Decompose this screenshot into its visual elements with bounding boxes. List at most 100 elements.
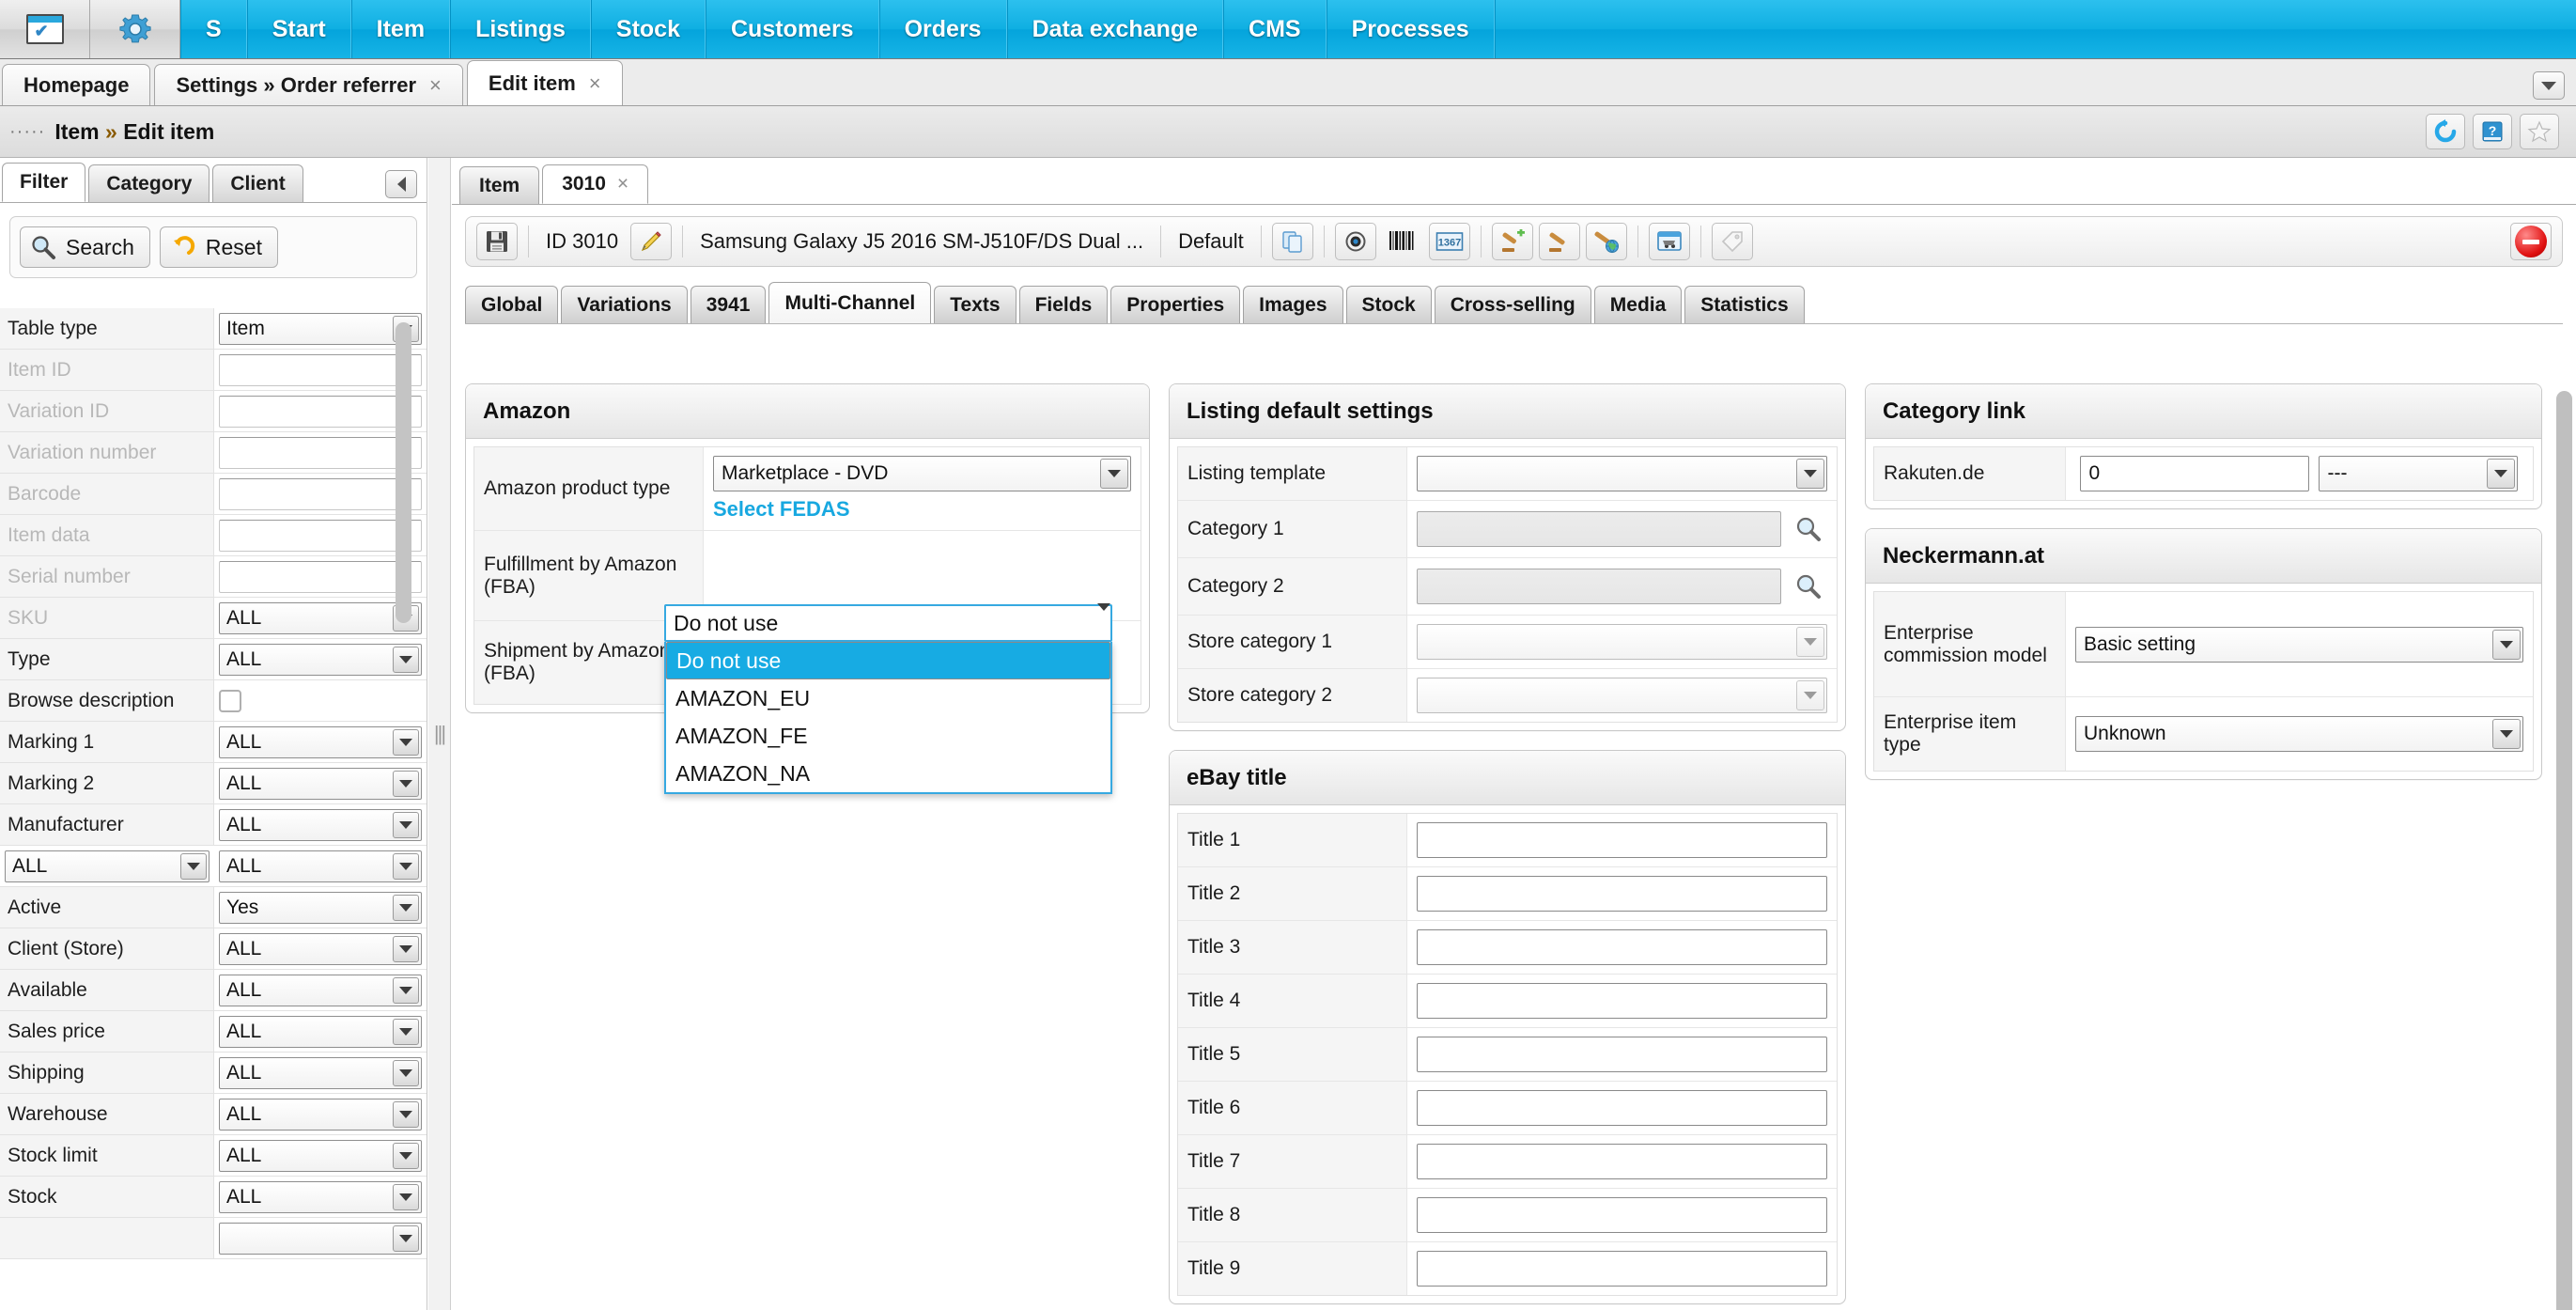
main-scrollbar[interactable]: [2556, 391, 2572, 1310]
tab-fields[interactable]: Fields: [1018, 286, 1109, 323]
filter-select[interactable]: ALL: [219, 1098, 422, 1131]
tab-global[interactable]: Global: [465, 286, 559, 323]
settings-gear-button[interactable]: [90, 0, 180, 58]
barcode-button[interactable]: [1382, 223, 1423, 260]
tab-properties[interactable]: Properties: [1110, 286, 1241, 323]
scrollbar-thumb[interactable]: [396, 322, 411, 623]
filter-select[interactable]: ALL: [219, 1180, 422, 1213]
ebay-title-input[interactable]: [1416, 1090, 1827, 1126]
amazon-fba-dropdown-list[interactable]: Do not use AMAZON_EU AMAZON_FE AMAZON_NA: [664, 642, 1112, 794]
filter-select[interactable]: ALL: [219, 1139, 422, 1172]
nav-item-processes[interactable]: Processes: [1326, 0, 1495, 58]
item-tab-3010[interactable]: 3010 ×: [542, 164, 649, 204]
nav-item-customers[interactable]: Customers: [706, 0, 879, 58]
nav-item-data-exchange[interactable]: Data exchange: [1006, 0, 1224, 58]
tab-images[interactable]: Images: [1243, 286, 1343, 323]
rakuten-category-input[interactable]: [2080, 456, 2310, 491]
scrollbar-thumb[interactable]: [2556, 391, 2572, 1310]
fba-option-amazon-fe[interactable]: AMAZON_FE: [666, 717, 1110, 755]
rakuten-category-select[interactable]: ---: [2319, 456, 2519, 491]
tab-category[interactable]: Category: [88, 164, 210, 202]
duplicate-item-button[interactable]: [1271, 223, 1313, 260]
filter-select[interactable]: ALL: [219, 601, 422, 634]
nav-item-stock[interactable]: Stock: [590, 0, 706, 58]
global-listing-button[interactable]: [1585, 223, 1627, 260]
tab-statistics[interactable]: Statistics: [1684, 286, 1805, 323]
tab-cross-selling[interactable]: Cross-selling: [1434, 286, 1591, 323]
filter-select[interactable]: ALL: [219, 808, 422, 841]
filter-input[interactable]: [219, 395, 422, 428]
filter-secondary-select[interactable]: ALL: [0, 846, 214, 886]
store-category-select[interactable]: [1416, 624, 1827, 660]
amazon-fba-select[interactable]: Do not use: [664, 602, 1112, 642]
nav-item-s[interactable]: S: [180, 0, 247, 58]
ebay-title-input[interactable]: [1416, 1037, 1827, 1072]
ebay-title-input[interactable]: [1416, 1197, 1827, 1233]
filter-input[interactable]: [219, 477, 422, 510]
ebay-title-input[interactable]: [1416, 1251, 1827, 1287]
close-icon[interactable]: ×: [617, 173, 628, 195]
close-icon[interactable]: ×: [429, 73, 442, 98]
preview-eye-button[interactable]: [1334, 223, 1376, 260]
nav-item-start[interactable]: Start: [246, 0, 351, 58]
fba-option-amazon-eu[interactable]: AMAZON_EU: [666, 679, 1110, 717]
listing-template-select[interactable]: [1416, 456, 1827, 491]
fba-option-amazon-na[interactable]: AMAZON_NA: [666, 755, 1110, 792]
panel-splitter[interactable]: |||: [428, 158, 451, 1310]
close-icon[interactable]: ×: [589, 71, 601, 96]
filter-select[interactable]: ALL: [219, 850, 422, 882]
category-search-button[interactable]: [1791, 567, 1827, 606]
window-icon-button[interactable]: [0, 0, 90, 58]
refresh-button[interactable]: [2426, 114, 2465, 149]
favorite-button[interactable]: [2520, 114, 2559, 149]
ebay-title-input[interactable]: [1416, 983, 1827, 1019]
browse-description-checkbox[interactable]: [219, 689, 241, 712]
tab-variations[interactable]: Variations: [561, 286, 688, 323]
nav-item-item[interactable]: Item: [350, 0, 451, 58]
tab-client[interactable]: Client: [212, 164, 303, 202]
fba-option-do-not-use[interactable]: Do not use: [666, 642, 1110, 679]
tab-texts[interactable]: Texts: [934, 286, 1016, 323]
enterprise-item-type-select[interactable]: Unknown: [2074, 716, 2523, 752]
select-fedas-link[interactable]: Select FEDAS: [713, 497, 1131, 522]
reset-button[interactable]: Reset: [159, 226, 278, 268]
category-input[interactable]: [1416, 511, 1781, 547]
filter-input[interactable]: [219, 436, 422, 469]
enterprise-commission-select[interactable]: Basic setting: [2074, 626, 2523, 663]
add-listing-button[interactable]: [1491, 223, 1533, 260]
ean-number-button[interactable]: 1367: [1428, 223, 1470, 260]
help-button[interactable]: ?: [2473, 114, 2512, 149]
item-tab-item[interactable]: Item: [459, 166, 540, 204]
filter-input[interactable]: [219, 353, 422, 386]
tag-button[interactable]: [1711, 223, 1753, 260]
save-button[interactable]: [476, 223, 518, 260]
market-button[interactable]: [1648, 223, 1690, 260]
tab-media[interactable]: Media: [1593, 286, 1683, 323]
filter-select[interactable]: ALL: [219, 974, 422, 1006]
ebay-title-input[interactable]: [1416, 876, 1827, 912]
page-tab-edit-item[interactable]: Edit item ×: [466, 60, 623, 105]
filter-select[interactable]: ALL: [219, 1015, 422, 1048]
ebay-title-input[interactable]: [1416, 822, 1827, 858]
filter-select[interactable]: Yes: [219, 891, 422, 924]
filter-input[interactable]: [219, 519, 422, 552]
search-button[interactable]: Search: [20, 226, 150, 268]
tab-filter[interactable]: Filter: [2, 163, 86, 202]
nav-item-orders[interactable]: Orders: [878, 0, 1007, 58]
filter-select[interactable]: [219, 1222, 422, 1255]
left-panel-scrollbar[interactable]: [396, 322, 411, 1301]
filter-select[interactable]: ALL: [219, 932, 422, 965]
filter-input[interactable]: [219, 560, 422, 593]
filter-select[interactable]: Item: [219, 312, 422, 345]
store-category-select[interactable]: [1416, 678, 1827, 713]
amazon-product-type-select[interactable]: Marketplace - DVD: [713, 456, 1131, 491]
tab-stock[interactable]: Stock: [1345, 286, 1432, 323]
nav-item-listings[interactable]: Listings: [450, 0, 591, 58]
breadcrumb-root[interactable]: Item: [54, 119, 99, 144]
listing-button[interactable]: [1538, 223, 1580, 260]
collapse-left-panel-button[interactable]: [385, 170, 417, 198]
category-input[interactable]: [1416, 569, 1781, 604]
ebay-title-input[interactable]: [1416, 1144, 1827, 1179]
category-search-button[interactable]: [1791, 509, 1827, 549]
filter-select[interactable]: ALL: [219, 725, 422, 758]
